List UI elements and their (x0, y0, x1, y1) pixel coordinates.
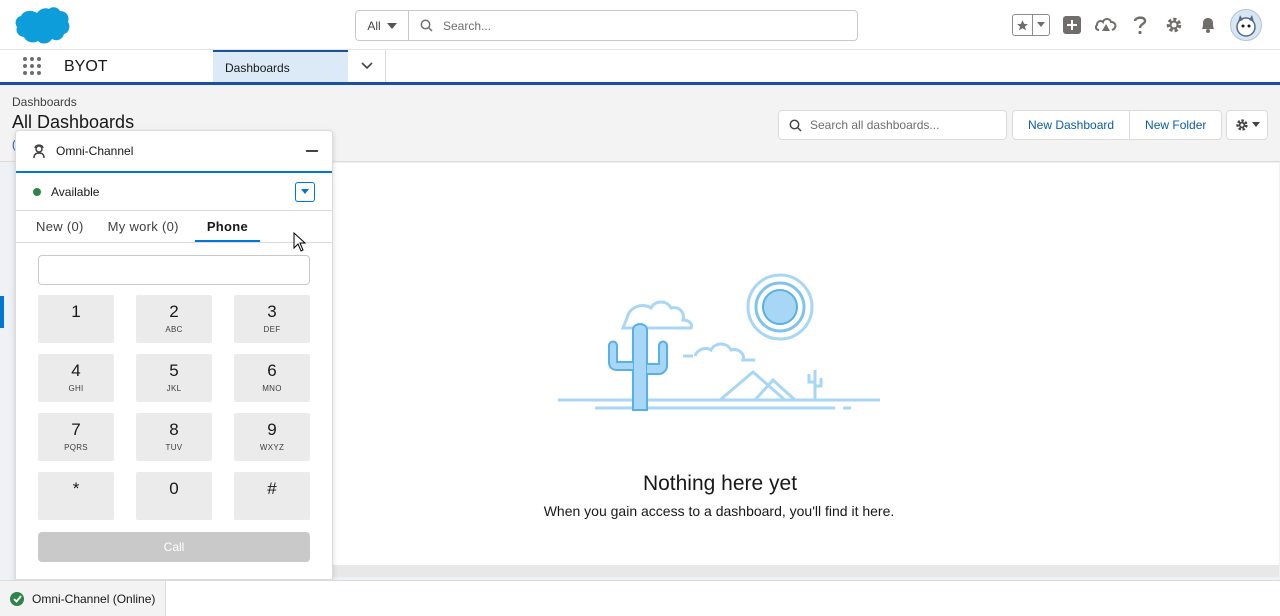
empty-state-subtitle: When you gain access to a dashboard, you… (543, 503, 895, 519)
notifications-bell-icon[interactable] (1196, 13, 1220, 37)
search-icon (409, 19, 443, 32)
empty-state-title: Nothing here yet (642, 472, 798, 495)
status-dot (33, 187, 41, 196)
header-actions (1012, 8, 1262, 42)
dial-keypad: 1 2 ABC 3 DEF 4 GHI 5 JKL 6 MNO 7 PQRS 8 TUV 9W… (38, 295, 310, 520)
user-avatar[interactable] (1230, 9, 1262, 41)
chevron-down-icon (360, 62, 373, 70)
keypad-key[interactable]: 6 MNO (234, 354, 310, 402)
favorites-dropdown-icon[interactable] (1033, 15, 1049, 35)
keypad-key[interactable]: 2 ABC (136, 295, 212, 343)
caret-down-icon (1251, 122, 1260, 127)
star-icon[interactable] (1013, 15, 1033, 35)
caret-down-icon (301, 189, 309, 194)
page-settings-button[interactable] (1226, 110, 1268, 140)
keypad-key[interactable]: * (38, 472, 114, 520)
keypad-key[interactable]: 9 WXYZ (234, 413, 310, 461)
minimize-icon[interactable] (306, 150, 318, 152)
presence-status-row: Available (16, 173, 332, 211)
breadcrumb: Dashboards (12, 95, 77, 109)
keypad-key[interactable]: 4 GHI (38, 354, 114, 402)
tab-phone[interactable]: Phone (194, 219, 261, 242)
omni-channel-title: Omni-Channel (56, 144, 134, 158)
dashboard-search-input[interactable]: Search all dashboards... (778, 110, 1007, 140)
headset-agent-icon (33, 144, 45, 159)
phone-number-input[interactable] (38, 255, 310, 285)
keypad-key[interactable]: 1 (38, 295, 114, 343)
omni-channel-panel: Omni-Channel Available New (0) My work (… (15, 130, 333, 580)
search-scope-dropdown[interactable]: All (356, 11, 409, 40)
utility-bar: Omni-Channel (Online) (0, 580, 1280, 616)
desert-empty-state-illustration (558, 273, 880, 411)
keypad-key[interactable]: 5 JKL (136, 354, 212, 402)
presence-status-label: Available (51, 184, 100, 199)
keypad-key[interactable]: 7 PQRS (38, 413, 114, 461)
settings-gear-icon[interactable] (1162, 13, 1186, 37)
new-dashboard-button[interactable]: New Dashboard (1013, 111, 1129, 139)
omni-tabs: New (0) My work (0) Phone (16, 211, 332, 243)
horizontal-scrollbar[interactable] (333, 565, 1279, 577)
salesforce-logo[interactable] (14, 6, 70, 46)
new-folder-button[interactable]: New Folder (1129, 111, 1221, 139)
app-launcher-waffle-icon[interactable] (23, 57, 43, 77)
keypad-key[interactable]: 3 DEF (234, 295, 310, 343)
utility-omni-channel-label: Omni-Channel (Online) (32, 592, 156, 606)
call-button[interactable]: Call (38, 532, 310, 562)
omni-channel-header: Omni-Channel (16, 131, 332, 173)
utility-omni-channel[interactable]: Omni-Channel (Online) (0, 581, 167, 616)
add-icon[interactable] (1060, 13, 1084, 37)
global-search-input[interactable]: Search... (443, 19, 857, 33)
presence-status-dropdown[interactable] (295, 181, 315, 202)
nav-tab-dropdown[interactable] (348, 50, 386, 82)
tab-my-work[interactable]: My work (0) (96, 219, 191, 242)
favorites-button-group[interactable] (1012, 14, 1050, 36)
global-header: All Search... (0, 0, 1280, 50)
keypad-key[interactable]: 0 (136, 472, 212, 520)
help-icon[interactable] (1128, 13, 1152, 37)
mouse-pointer-icon (293, 232, 307, 252)
tab-new[interactable]: New (0) (24, 219, 96, 242)
active-edge-marker (0, 296, 4, 328)
gear-icon (1235, 119, 1248, 131)
keypad-key[interactable]: # (234, 472, 310, 520)
page-actions-button-group: New Dashboard New Folder (1012, 110, 1223, 140)
dashboard-search-placeholder: Search all dashboards... (810, 118, 940, 132)
global-search[interactable]: All Search... (355, 10, 858, 41)
app-name: BYOT (64, 58, 108, 75)
nav-tab-dashboards[interactable]: Dashboards (213, 50, 348, 82)
online-check-icon (10, 592, 24, 606)
search-icon (789, 119, 802, 132)
caret-down-icon (386, 22, 397, 29)
app-navigation-bar: BYOT Dashboards (0, 50, 1280, 85)
keypad-key[interactable]: 8 TUV (136, 413, 212, 461)
search-scope-label: All (367, 18, 381, 33)
trailhead-icon[interactable] (1094, 13, 1118, 37)
